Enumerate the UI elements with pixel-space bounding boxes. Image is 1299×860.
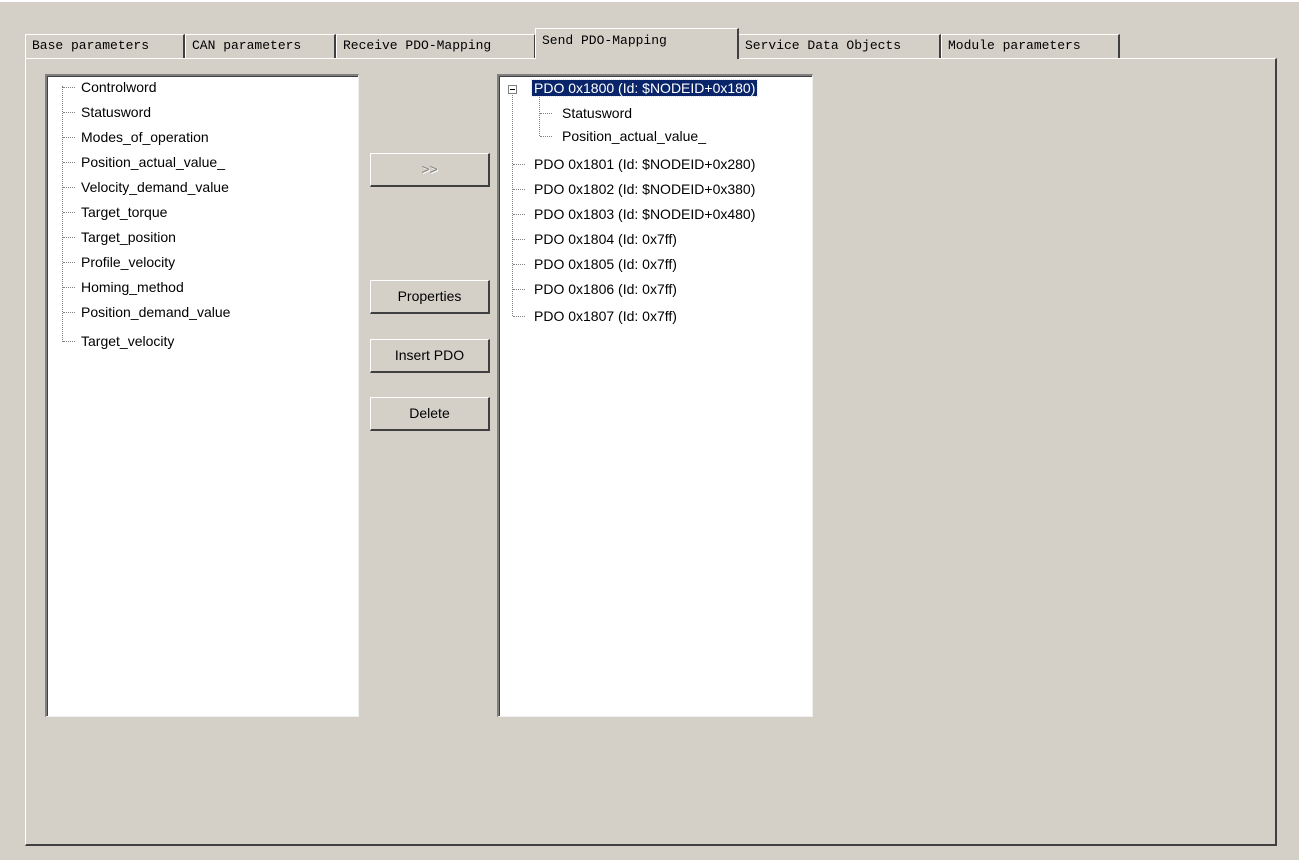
tab-send-pdo-mapping[interactable]: Send PDO-Mapping xyxy=(535,28,739,59)
tab-module-parameters[interactable]: Module parameters xyxy=(941,34,1120,58)
tab-receive-pdo-mapping[interactable]: Receive PDO-Mapping xyxy=(336,34,536,58)
window-top-edge xyxy=(0,0,1299,2)
tab-can-parameters[interactable]: CAN parameters xyxy=(185,34,336,58)
tab-panel xyxy=(25,58,1277,846)
tab-service-data-objects[interactable]: Service Data Objects xyxy=(738,34,941,58)
tab-base-parameters[interactable]: Base parameters xyxy=(25,34,185,58)
